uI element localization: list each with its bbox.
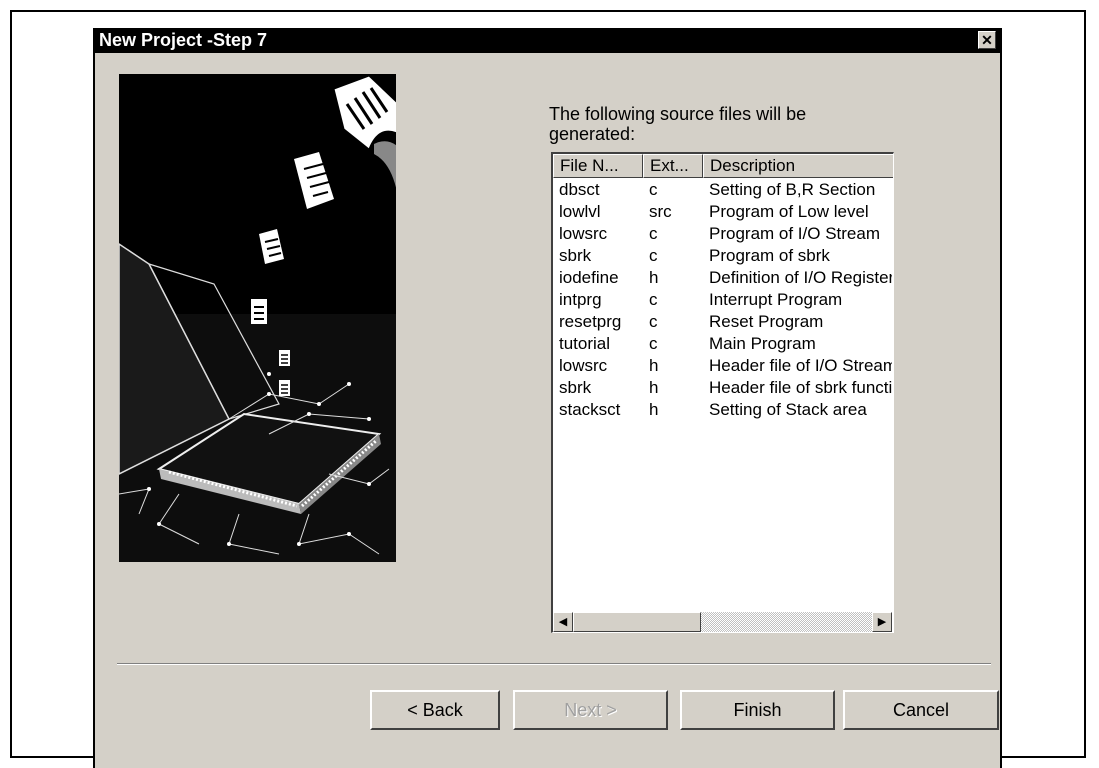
file-description: Main Program — [709, 334, 816, 353]
file-name: lowlvl — [559, 202, 601, 221]
cancel-button[interactable]: Cancel — [843, 690, 999, 730]
back-button[interactable]: < Back — [370, 690, 500, 730]
next-button: Next > — [513, 690, 668, 730]
file-name: intprg — [559, 290, 602, 309]
file-extension: c — [649, 290, 658, 309]
file-extension: c — [649, 334, 658, 353]
list-item[interactable]: sbrk c Program of sbrk — [553, 245, 892, 267]
prompt-text: The following source files will be gener… — [549, 104, 807, 144]
list-item[interactable]: sbrk h Header file of sbrk function — [553, 377, 892, 399]
new-project-dialog: New Project -Step 7 ✕ The following sour… — [93, 28, 1002, 768]
project-wizard-illustration-icon — [119, 74, 396, 562]
file-name: sbrk — [559, 378, 592, 397]
title-bar: New Project -Step 7 ✕ — [95, 28, 1000, 53]
source-files-list[interactable]: File N... Ext... Description dbsct c Setti… — [551, 152, 894, 633]
column-header-description[interactable]: Description — [703, 154, 893, 178]
list-item[interactable]: stacksct h Setting of Stack area — [553, 399, 892, 421]
file-name: resetprg — [559, 312, 622, 331]
list-header: File N... Ext... Description — [553, 154, 893, 178]
file-name: iodefine — [559, 268, 619, 287]
list-rows: dbsct c Setting of B,R Section lowlvl src Pr… — [553, 179, 892, 421]
file-extension: h — [649, 268, 659, 287]
list-item[interactable]: lowsrc c Program of I/O Stream — [553, 223, 892, 245]
file-description: Interrupt Program — [709, 290, 843, 309]
finish-button[interactable]: Finish — [680, 690, 835, 730]
file-description: Header file of I/O Stream — [709, 356, 892, 375]
file-description: Program of I/O Stream — [709, 224, 880, 243]
separator — [117, 663, 991, 665]
file-description: Setting of Stack area — [709, 400, 867, 419]
file-name: lowsrc — [559, 356, 608, 375]
file-name: dbsct — [559, 180, 600, 199]
scroll-left-icon[interactable]: ◀ — [553, 612, 573, 632]
file-extension: h — [649, 378, 659, 397]
list-item[interactable]: iodefine h Definition of I/O Register — [553, 267, 892, 289]
horizontal-scrollbar[interactable]: ◀ ▶ — [553, 612, 892, 632]
file-name: tutorial — [559, 334, 611, 353]
file-name: sbrk — [559, 246, 592, 265]
list-item[interactable]: dbsct c Setting of B,R Section — [553, 179, 892, 201]
list-item[interactable]: tutorial c Main Program — [553, 333, 892, 355]
file-description: Setting of B,R Section — [709, 180, 876, 199]
file-description: Reset Program — [709, 312, 824, 331]
window-title: New Project -Step 7 — [99, 30, 268, 50]
file-description: Header file of sbrk function — [709, 378, 892, 397]
list-item[interactable]: intprg c Interrupt Program — [553, 289, 892, 311]
list-item[interactable]: lowlvl src Program of Low level — [553, 201, 892, 223]
file-extension: c — [649, 180, 658, 199]
file-extension: c — [649, 246, 658, 265]
close-icon[interactable]: ✕ — [978, 31, 996, 49]
column-header-filename[interactable]: File N... — [553, 154, 643, 178]
file-description: Program of Low level — [709, 202, 869, 221]
list-item[interactable]: lowsrc h Header file of I/O Stream — [553, 355, 892, 377]
file-extension: c — [649, 224, 658, 243]
scrollbar-thumb[interactable] — [573, 612, 701, 632]
file-extension: h — [649, 356, 659, 375]
scroll-right-icon[interactable]: ▶ — [872, 612, 892, 632]
file-extension: c — [649, 312, 658, 331]
list-item[interactable]: resetprg c Reset Program — [553, 311, 892, 333]
column-header-extension[interactable]: Ext... — [643, 154, 703, 178]
file-name: stacksct — [559, 400, 621, 419]
file-name: lowsrc — [559, 224, 608, 243]
file-description: Definition of I/O Register — [709, 268, 892, 287]
file-extension: h — [649, 400, 659, 419]
file-description: Program of sbrk — [709, 246, 830, 265]
file-extension: src — [649, 202, 672, 221]
